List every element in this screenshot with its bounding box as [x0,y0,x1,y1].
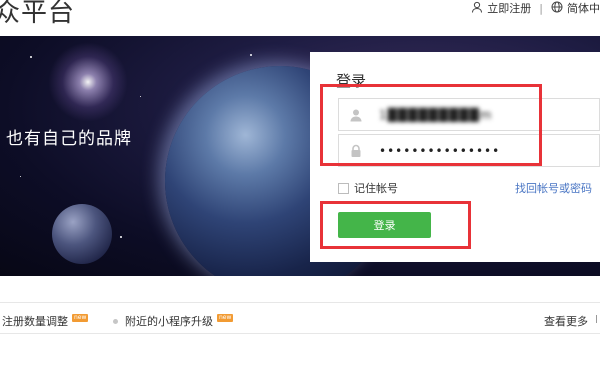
news-item[interactable]: 注册数量调整 new [2,313,89,329]
star [20,176,21,177]
view-more-link[interactable]: 查看更多 [544,313,588,329]
moon-image [52,204,112,264]
language-label: 简体中 [567,2,600,15]
remember-label: 记住帐号 [354,182,398,195]
username-value: 1█████████m [379,107,493,122]
star [30,56,32,58]
platform-logo-text[interactable]: 众平台 [0,0,75,29]
news-item[interactable]: 附近的小程序升级 new [113,313,234,329]
news-strip: 注册数量调整 new 附近的小程序升级 new 查看更多 [0,302,600,334]
login-button[interactable]: 登录 [338,212,431,238]
hero-slogan: 也有自己的品牌 [6,129,132,149]
login-panel: 登录 1█████████m ••••••••••••••• 记住帐号 找回帐号… [310,52,600,262]
language-switch[interactable]: 简体中 [551,0,600,16]
register-label: 立即注册 [487,2,532,15]
user-icon [339,99,373,130]
top-bar: 众平台 立即注册 | 简体中 [0,0,600,36]
chevron-right-icon [596,315,600,323]
forgot-password-link[interactable]: 找回帐号或密码 [515,180,592,196]
remember-account[interactable]: 记住帐号 [338,180,398,196]
news-item-text: 附近的小程序升级 [125,315,213,328]
login-title: 登录 [336,72,367,90]
divider: | [539,1,543,15]
password-field[interactable]: ••••••••••••••• [338,134,600,167]
lock-icon [339,135,373,166]
star [140,96,141,97]
new-badge: new [217,314,234,322]
bullet-icon [113,318,118,324]
news-item-text: 注册数量调整 [2,315,68,328]
new-badge: new [72,314,89,322]
star [250,54,252,56]
top-links: 立即注册 | 简体中 [471,0,600,16]
star [120,236,122,238]
username-field[interactable]: 1█████████m [338,98,600,131]
remember-checkbox[interactable] [338,182,349,194]
register-link[interactable]: 立即注册 [471,0,531,16]
password-value: ••••••••••••••• [379,143,501,158]
user-icon [471,1,483,16]
globe-icon [551,1,563,16]
light-flare [48,42,128,122]
